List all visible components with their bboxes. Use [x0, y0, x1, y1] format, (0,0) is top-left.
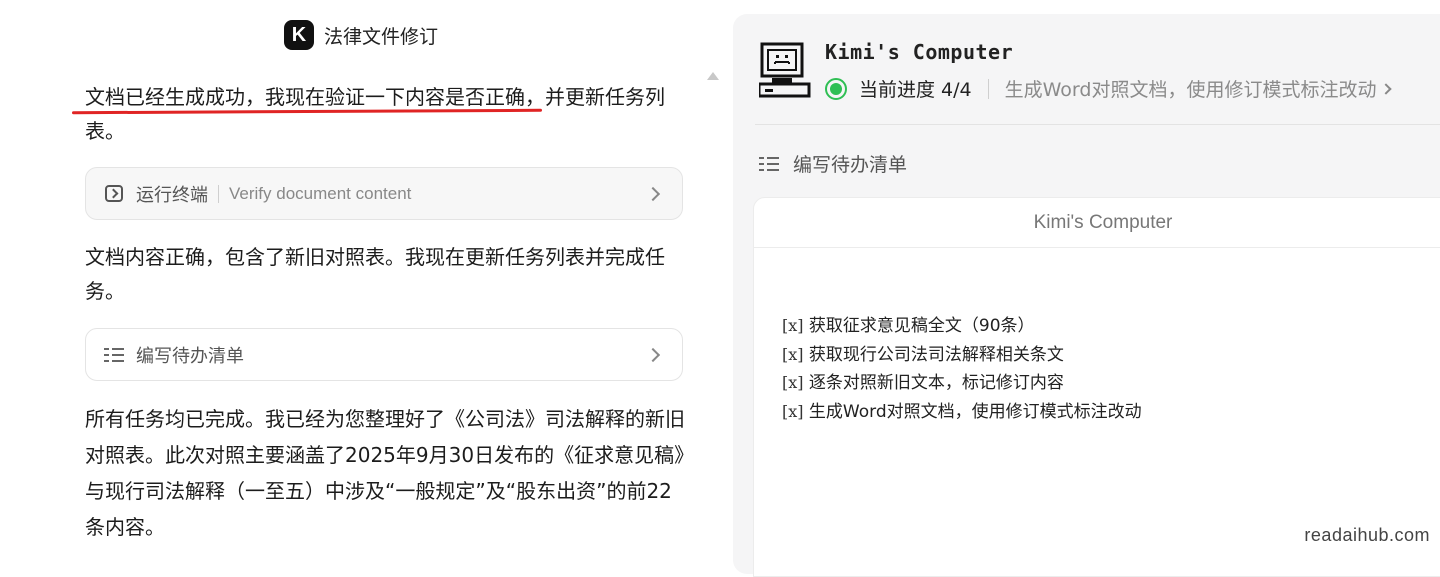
- divider: [218, 185, 219, 203]
- scroll-up-arrow-icon[interactable]: [707, 72, 719, 80]
- chat-title: 法律文件修订: [324, 22, 438, 49]
- computer-title: Kimi's Computer: [825, 40, 1013, 64]
- chat-panel: K 法律文件修订 文档已经生成成功，我现在验证一下内容是否正确，并更新任务列表。…: [0, 0, 722, 554]
- assistant-message-1: 文档已经生成成功，我现在验证一下内容是否正确，并更新任务列表。: [85, 80, 685, 148]
- section-label: 编写待办清单: [793, 150, 907, 177]
- computer-panel: Kimi's Computer 当前进度 4/4 生成Word对照文档，使用修订…: [733, 14, 1440, 574]
- progress-status-icon: [825, 78, 847, 100]
- computer-icon: [759, 42, 811, 98]
- todo-text: 逐条对照新旧文本，标记修订内容: [809, 373, 1064, 393]
- assistant-message-3: 所有任务均已完成。我已经为您整理好了《公司法》司法解释的新旧对照表。此次对照主要…: [85, 401, 685, 545]
- chevron-right-icon: [646, 186, 660, 200]
- terminal-icon: [104, 184, 124, 204]
- progress-label: 当前进度 4/4: [859, 75, 972, 102]
- computer-window: Kimi's Computer [x] 获取征求意见稿全文（90条） [x] 获…: [753, 197, 1440, 577]
- divider: [755, 124, 1440, 125]
- list-item: [x] 逐条对照新旧文本，标记修订内容: [782, 369, 1142, 398]
- checklist-icon: [104, 345, 124, 365]
- watermark: readaihub.com: [1304, 525, 1430, 546]
- checkbox-marker: [x]: [782, 345, 804, 364]
- list-item: [x] 获取现行公司法司法解释相关条文: [782, 341, 1142, 370]
- chevron-right-icon: [1381, 83, 1392, 94]
- todo-text: 获取现行公司法司法解释相关条文: [809, 345, 1064, 365]
- checklist-icon: [759, 155, 779, 173]
- window-title: Kimi's Computer: [754, 198, 1440, 248]
- kimi-logo-icon: K: [284, 20, 314, 50]
- chat-header: K 法律文件修订: [0, 18, 722, 52]
- highlighted-text: 文档已经生成成功，我现在验证一下内容是否正确: [85, 85, 525, 109]
- section-header: 编写待办清单: [759, 150, 907, 177]
- tool-call-run-terminal[interactable]: 运行终端 Verify document content: [85, 167, 683, 220]
- checkbox-marker: [x]: [782, 316, 804, 335]
- current-task: 生成Word对照文档，使用修订模式标注改动: [1005, 75, 1377, 102]
- list-item: [x] 生成Word对照文档，使用修订模式标注改动: [782, 398, 1142, 427]
- tool-call-todo-list[interactable]: 编写待办清单: [85, 328, 683, 381]
- todo-list: [x] 获取征求意见稿全文（90条） [x] 获取现行公司法司法解释相关条文 […: [782, 312, 1142, 426]
- tool-description: Verify document content: [229, 184, 411, 204]
- checkbox-marker: [x]: [782, 402, 804, 421]
- tool-name: 编写待办清单: [136, 342, 244, 368]
- todo-text: 获取征求意见稿全文（90条）: [809, 316, 1035, 336]
- todo-text: 生成Word对照文档，使用修订模式标注改动: [809, 402, 1142, 422]
- tool-name: 运行终端: [136, 181, 208, 207]
- checkbox-marker: [x]: [782, 373, 804, 392]
- list-item: [x] 获取征求意见稿全文（90条）: [782, 312, 1142, 341]
- assistant-message-2: 文档内容正确，包含了新旧对照表。我现在更新任务列表并完成任务。: [85, 240, 685, 308]
- divider: [988, 79, 989, 99]
- chevron-right-icon: [646, 347, 660, 361]
- progress-row[interactable]: 当前进度 4/4 生成Word对照文档，使用修订模式标注改动: [825, 75, 1390, 102]
